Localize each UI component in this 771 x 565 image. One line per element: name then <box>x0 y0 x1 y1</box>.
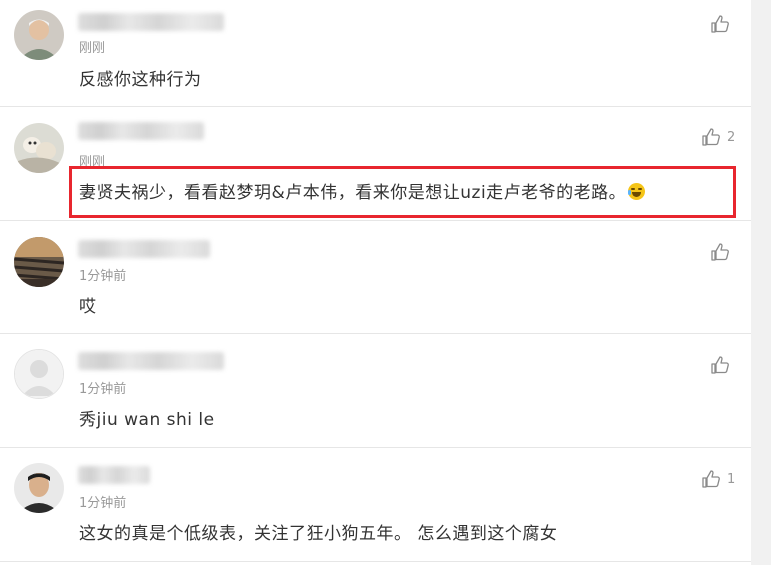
username-blurred <box>78 466 150 484</box>
comment-item: 1分钟前 这女的真是个低级表，关注了狂小狗五年。 怎么遇到这个腐女 1 <box>0 447 751 562</box>
thumbs-up-icon <box>711 356 729 374</box>
thumbs-up-icon <box>711 15 729 33</box>
username-blurred <box>78 352 224 370</box>
comment-text: 反感你这种行为 <box>79 70 202 90</box>
comment-text: 这女的真是个低级表，关注了狂小狗五年。 怎么遇到这个腐女 <box>79 524 558 544</box>
comment-item: 1分钟前 哎 <box>0 220 751 334</box>
thumbs-up-icon <box>711 243 729 261</box>
thumbs-up-icon <box>702 128 720 146</box>
like-button[interactable] <box>710 355 736 375</box>
comment-item: 1分钟前 秀jiu wan shi le <box>0 333 751 448</box>
thumbs-up-icon <box>702 470 720 488</box>
comment-item: 刚刚 反感你这种行为 <box>0 0 751 107</box>
avatar[interactable] <box>14 237 64 287</box>
like-button[interactable] <box>710 14 736 34</box>
comment-time: 1分钟前 <box>79 496 127 511</box>
username-blurred <box>78 13 224 31</box>
avatar[interactable] <box>14 463 64 513</box>
scrollbar[interactable] <box>751 0 771 565</box>
comment-time: 刚刚 <box>79 41 106 56</box>
username-blurred <box>78 122 204 140</box>
like-button[interactable]: 2 <box>701 127 735 147</box>
like-button[interactable]: 1 <box>701 469 735 489</box>
avatar[interactable] <box>14 349 64 399</box>
like-button[interactable] <box>710 242 736 262</box>
username-blurred <box>78 240 210 258</box>
like-count: 2 <box>727 129 736 145</box>
highlight-box <box>69 166 736 218</box>
comment-text: 秀jiu wan shi le <box>79 410 215 430</box>
comment-time: 1分钟前 <box>79 269 127 284</box>
avatar[interactable] <box>14 123 64 173</box>
comment-time: 1分钟前 <box>79 382 127 397</box>
like-count: 1 <box>727 471 736 487</box>
avatar[interactable] <box>14 10 64 60</box>
comment-text: 哎 <box>79 297 97 317</box>
